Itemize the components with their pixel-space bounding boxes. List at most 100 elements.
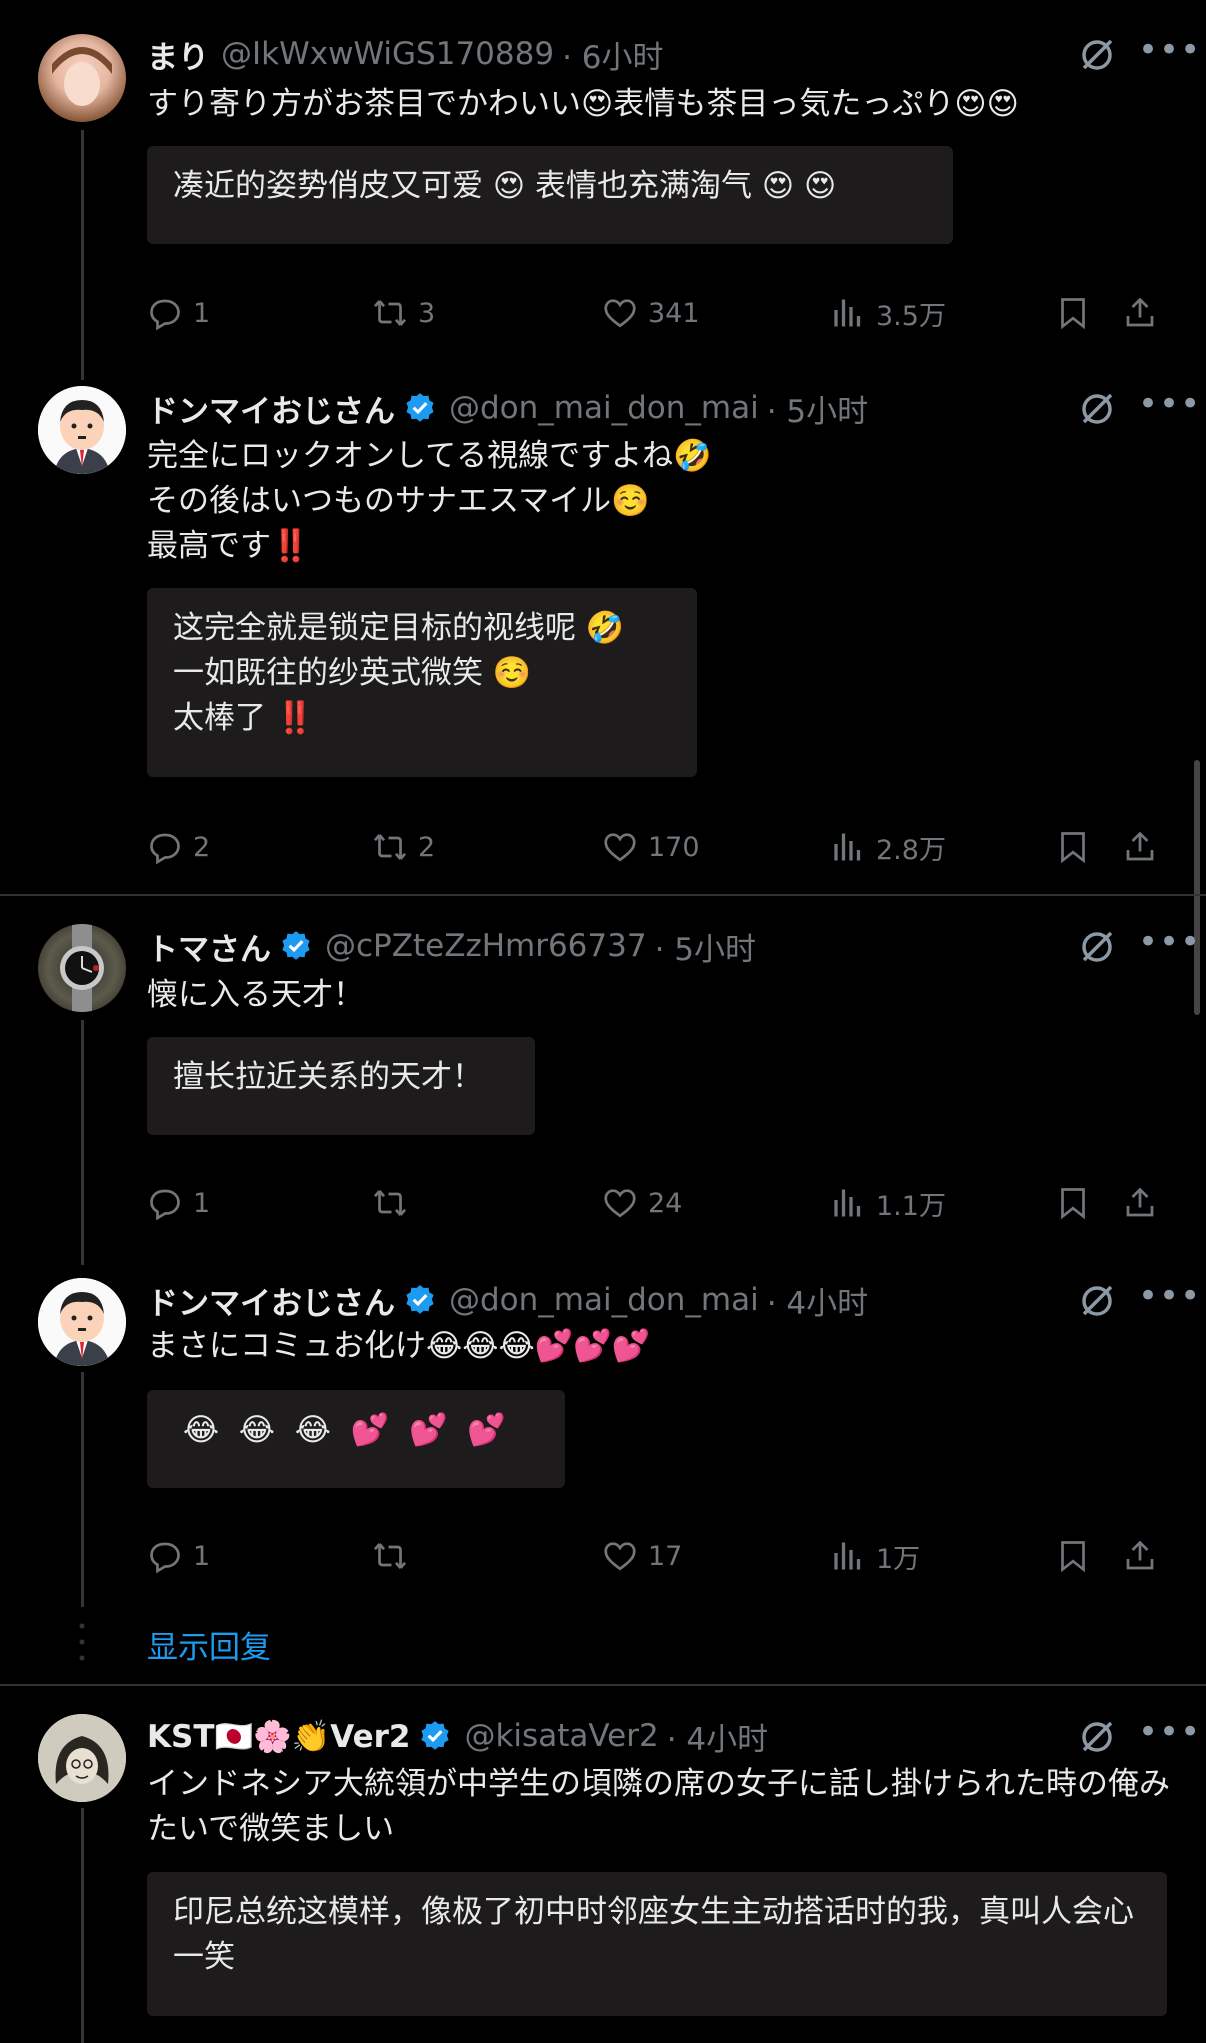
display-name[interactable]: ドンマイおじさん: [147, 1278, 395, 1323]
retweet-count: 2: [418, 831, 436, 863]
share-button[interactable]: [1122, 1533, 1168, 1579]
tweet-header: トマさん @cPZteZzHmr66737 · 5小时: [147, 924, 1206, 969]
user-handle[interactable]: @don_mai_don_mai: [449, 390, 759, 426]
like-button[interactable]: 341: [602, 290, 700, 336]
timestamp[interactable]: · 5小时: [655, 924, 756, 969]
avatar[interactable]: [38, 386, 126, 474]
reply-button[interactable]: 1: [147, 1533, 210, 1579]
like-count: 170: [648, 831, 700, 863]
scrollbar[interactable]: [1194, 760, 1200, 1015]
tweet-header: KST🇯🇵🌸👏Ver2 @kisataVer2 · 4小时: [147, 1714, 1206, 1759]
reply-icon: [150, 1542, 180, 1574]
more-icon[interactable]: •••: [1138, 387, 1200, 428]
user-handle[interactable]: @cPZteZzHmr66737: [325, 928, 647, 964]
retweet-icon: [373, 834, 407, 860]
reply-button[interactable]: 1: [147, 1180, 210, 1226]
reply-button[interactable]: 1: [147, 290, 210, 336]
display-name[interactable]: トマさん: [147, 924, 271, 969]
grok-icon[interactable]: [1078, 36, 1116, 74]
more-icon[interactable]: •••: [1138, 33, 1200, 74]
divider: [0, 1684, 1206, 1686]
tweet-header: ドンマイおじさん @don_mai_don_mai · 5小时: [147, 386, 1206, 431]
bookmark-button[interactable]: [1055, 1533, 1101, 1579]
reply-button[interactable]: 2: [147, 824, 210, 870]
tweet-actions: 1 3 341 3.5万: [147, 290, 1174, 336]
avatar[interactable]: [38, 1714, 126, 1802]
thread-continuation-dots: [79, 1623, 85, 1661]
timestamp[interactable]: · 6小时: [562, 32, 663, 77]
retweet-count: 3: [418, 297, 436, 329]
display-name[interactable]: KST🇯🇵🌸👏Ver2: [147, 1718, 410, 1755]
tweet-actions: 2 2 170 2.8万: [147, 824, 1174, 870]
user-handle[interactable]: @kisataVer2: [464, 1718, 658, 1754]
divider: [0, 894, 1206, 896]
grok-icon[interactable]: [1078, 928, 1116, 966]
grok-icon[interactable]: [1078, 390, 1116, 428]
like-button[interactable]: 170: [602, 824, 700, 870]
share-button[interactable]: [1122, 824, 1168, 870]
verified-icon: [421, 1721, 450, 1750]
grok-icon[interactable]: [1078, 1718, 1116, 1756]
user-handle[interactable]: @IkWxwWiGS170889: [221, 36, 554, 72]
tweet-text: 懐に入る天才！: [147, 977, 364, 1013]
like-icon: [604, 833, 636, 862]
thread-line: [81, 1372, 84, 1607]
grok-icon[interactable]: [1078, 1282, 1116, 1320]
avatar-image: [38, 1714, 126, 1802]
views-icon: [834, 299, 861, 327]
bookmark-button[interactable]: [1055, 824, 1101, 870]
avatar[interactable]: [38, 1278, 126, 1366]
views-count: 1万: [876, 1543, 921, 1575]
retweet-icon: [373, 1543, 407, 1569]
like-count: 17: [648, 1540, 683, 1572]
reply-count: 2: [193, 831, 211, 863]
like-count: 341: [648, 297, 700, 329]
retweet-icon: [373, 1190, 407, 1216]
retweet-button[interactable]: [372, 1180, 418, 1226]
display-name[interactable]: まり: [147, 32, 209, 77]
bookmark-icon: [1061, 832, 1085, 864]
timestamp[interactable]: · 4小时: [667, 1714, 768, 1759]
like-button[interactable]: 17: [602, 1533, 682, 1579]
bookmark-button[interactable]: [1055, 1180, 1101, 1226]
verified-icon: [282, 931, 310, 960]
show-replies-link[interactable]: 显示回复: [147, 1622, 271, 1667]
bookmark-icon: [1061, 298, 1085, 330]
reply-icon: [150, 299, 180, 331]
avatar[interactable]: [38, 924, 126, 1012]
retweet-button[interactable]: 3: [372, 290, 435, 336]
views-button[interactable]: 1万: [830, 1533, 920, 1579]
avatar-image: [38, 1278, 126, 1366]
avatar[interactable]: [38, 34, 126, 122]
translation-box: 擅长拉近关系的天才！: [147, 1037, 535, 1135]
timestamp[interactable]: · 4小时: [767, 1278, 868, 1323]
views-count: 2.8万: [876, 834, 946, 866]
views-button[interactable]: 3.5万: [830, 290, 946, 336]
views-button[interactable]: 2.8万: [830, 824, 946, 870]
translation-box: 印尼总统这模样，像极了初中时邻座女生主动搭话时的我，真叫人会心一笑: [147, 1872, 1167, 2016]
reply-count: 1: [193, 1540, 211, 1572]
share-button[interactable]: [1122, 290, 1168, 336]
display-name[interactable]: ドンマイおじさん: [147, 386, 395, 431]
verified-icon: [406, 1285, 434, 1314]
retweet-button[interactable]: 2: [372, 824, 435, 870]
like-count: 24: [648, 1187, 683, 1219]
bookmark-button[interactable]: [1055, 290, 1101, 336]
verified-icon: [406, 393, 434, 422]
retweet-button[interactable]: [372, 1533, 418, 1579]
views-count: 3.5万: [876, 300, 946, 332]
user-handle[interactable]: @don_mai_don_mai: [449, 1282, 759, 1318]
more-icon[interactable]: •••: [1138, 925, 1200, 966]
views-icon: [834, 1542, 861, 1570]
like-icon: [604, 1189, 636, 1218]
share-icon: [1126, 831, 1154, 861]
avatar-image: [38, 386, 126, 474]
share-button[interactable]: [1122, 1180, 1168, 1226]
more-icon[interactable]: •••: [1138, 1279, 1200, 1320]
timestamp[interactable]: · 5小时: [767, 386, 868, 431]
like-button[interactable]: 24: [602, 1180, 682, 1226]
more-icon[interactable]: •••: [1138, 1715, 1200, 1756]
views-button[interactable]: 1.1万: [830, 1180, 946, 1226]
tweet-header: ドンマイおじさん @don_mai_don_mai · 4小时: [147, 1278, 1206, 1323]
bookmark-icon: [1061, 1188, 1085, 1220]
